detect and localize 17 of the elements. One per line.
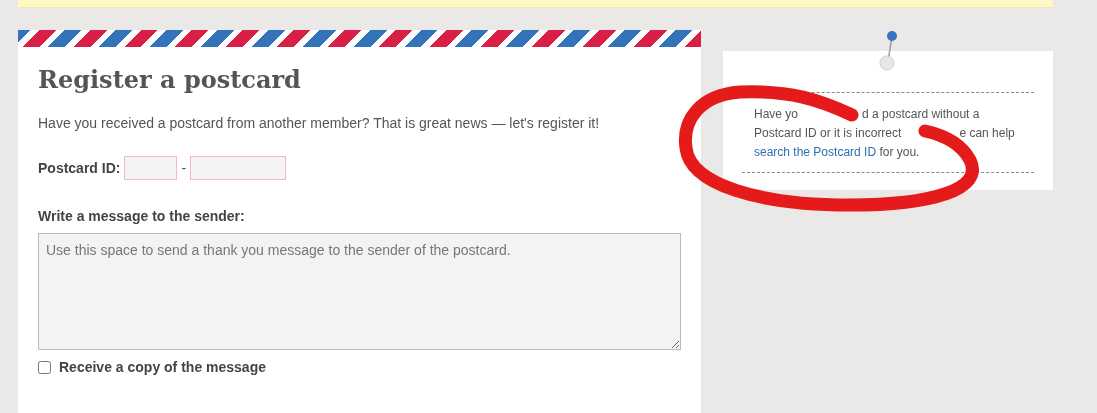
hint-text: e can help: [959, 125, 1015, 142]
checkbox[interactable]: [38, 360, 51, 374]
field-label: Postcard ID:: [38, 160, 121, 176]
hint-text: Have yo: [754, 106, 799, 123]
page-title: Register a postcard: [38, 65, 302, 94]
input-field[interactable]: [124, 156, 178, 180]
hint-text: for you.: [878, 144, 920, 161]
input-field[interactable]: [190, 156, 287, 180]
separator-text: -: [181, 160, 187, 176]
message-field[interactable]: Use this space to send a thank you message to the sender of the postcard.: [38, 233, 681, 350]
hint-text: d a postcard without a: [862, 106, 980, 123]
hint-text: Postcard ID or it is incorrect: [754, 125, 902, 142]
search-link[interactable]: search the Postcard ID: [754, 143, 877, 162]
checkbox-label: Receive a copy of the message: [59, 359, 266, 375]
field-label: Write a message to the sender:: [38, 208, 246, 224]
pin-icon: [879, 30, 899, 72]
intro-text: Have you received a postcard from another member? That is great news — let's register it!: [38, 115, 601, 131]
